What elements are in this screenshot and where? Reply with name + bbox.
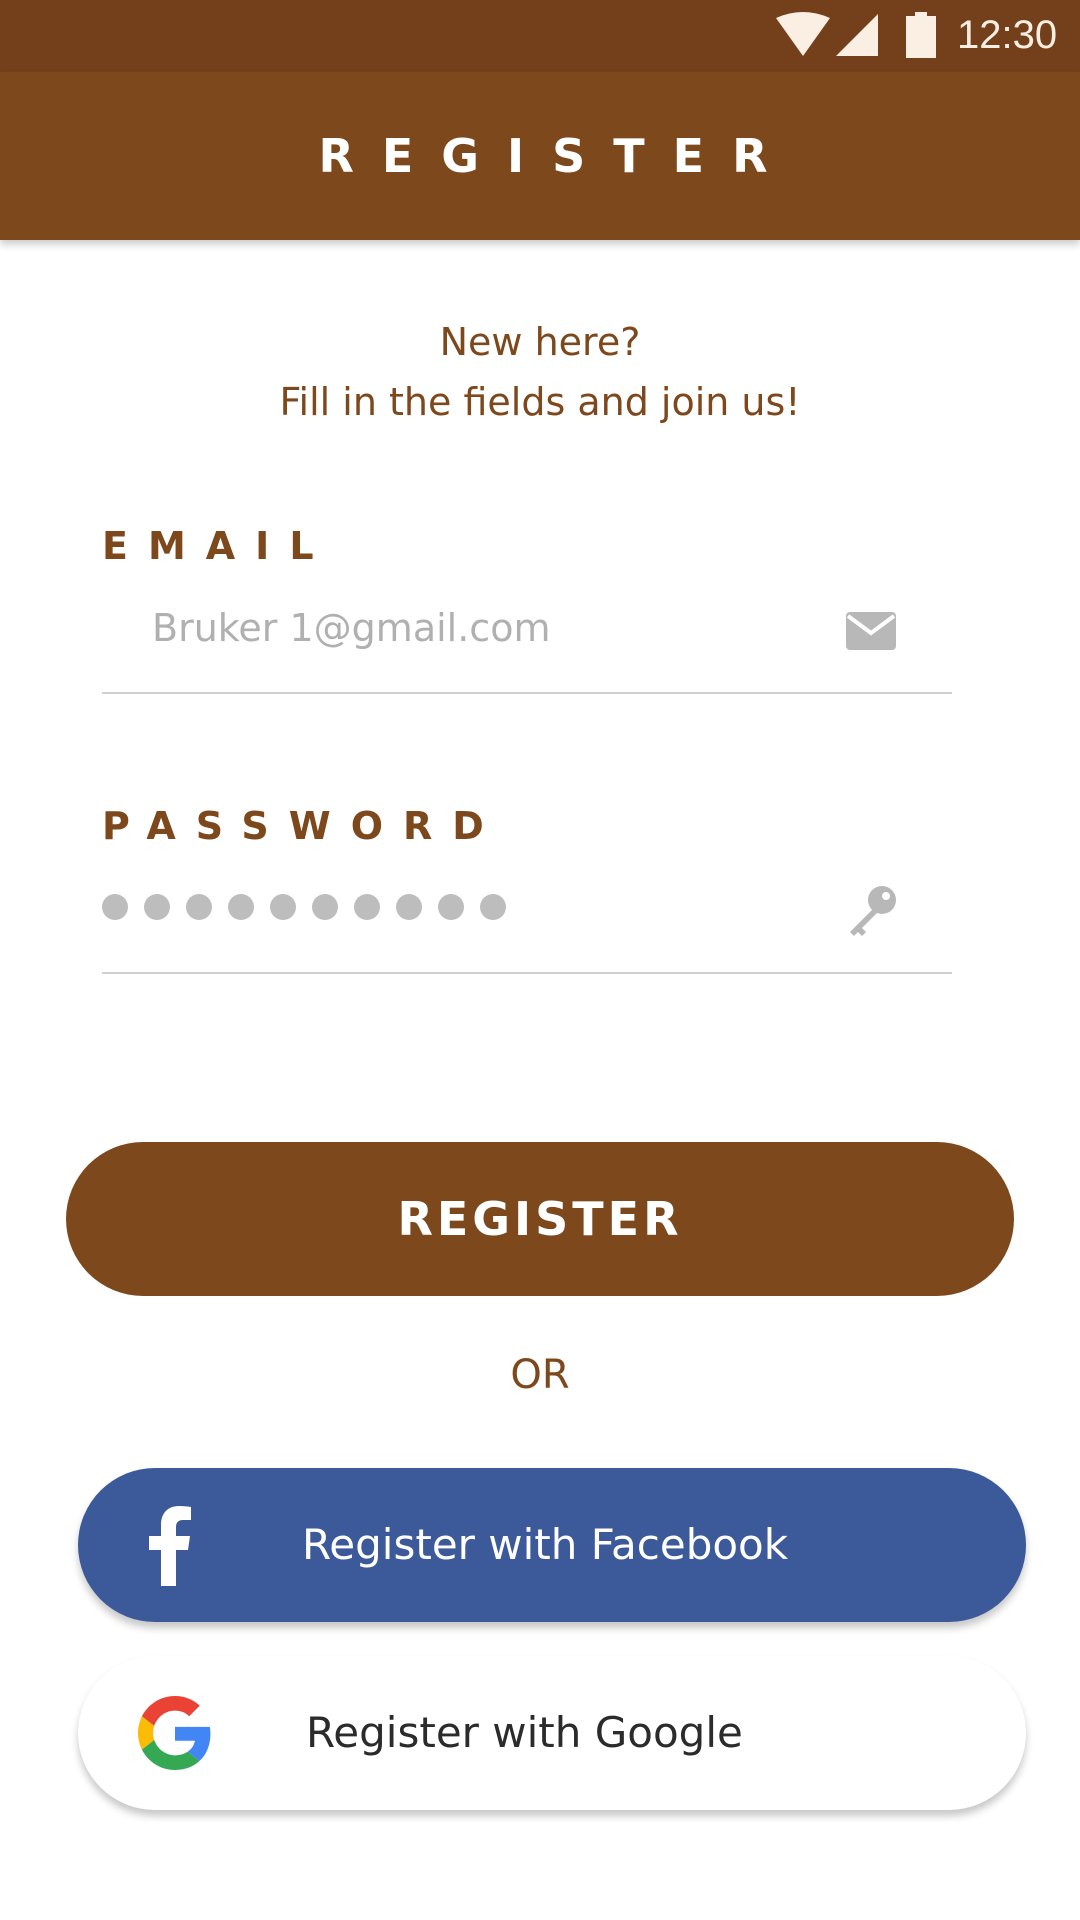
register-button[interactable]: REGISTER <box>66 1142 1014 1296</box>
email-label: EMAIL <box>102 524 334 568</box>
register-with-facebook-button[interactable]: Register with Facebook <box>78 1468 1026 1622</box>
register-with-google-button[interactable]: Register with Google <box>78 1656 1026 1810</box>
status-time: 12:30 <box>957 13 1058 57</box>
intro-line-1: New here? <box>439 320 641 364</box>
battery-icon <box>906 12 936 58</box>
email-value[interactable]: Bruker 1@gmail.com <box>152 606 550 650</box>
facebook-icon <box>149 1506 191 1586</box>
cell-signal-icon <box>836 14 878 56</box>
intro-text: New here? Fill in the fields and join us… <box>0 312 1080 432</box>
envelope-icon <box>846 612 896 650</box>
wifi-icon <box>776 12 830 56</box>
facebook-button-label: Register with Facebook <box>302 1520 789 1569</box>
key-icon <box>850 886 896 936</box>
page-title: REGISTER <box>318 129 796 183</box>
google-icon <box>138 1696 211 1770</box>
password-field[interactable] <box>102 862 952 974</box>
password-mask[interactable] <box>102 894 506 920</box>
or-divider: OR <box>510 1352 570 1398</box>
intro-line-2: Fill in the fields and join us! <box>279 380 801 424</box>
status-bar: 12:30 <box>0 0 1080 72</box>
password-label: PASSWORD <box>102 804 504 848</box>
email-field[interactable]: Bruker 1@gmail.com <box>102 582 952 694</box>
google-button-label: Register with Google <box>306 1708 743 1757</box>
app-bar: REGISTER <box>0 72 1080 240</box>
